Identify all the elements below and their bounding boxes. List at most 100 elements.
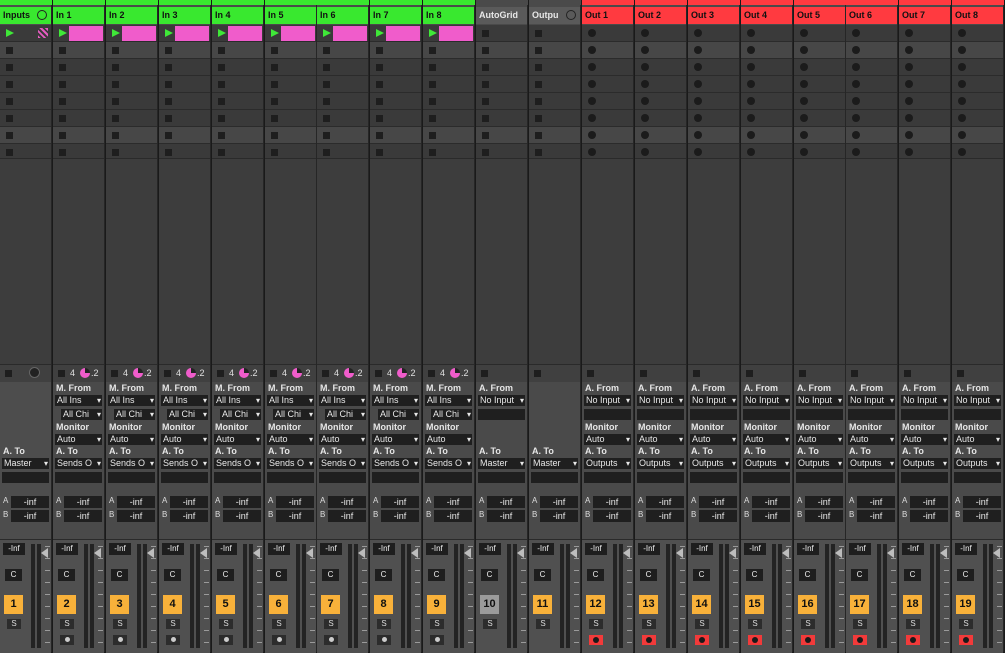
- track-activator[interactable]: 1: [4, 595, 23, 614]
- clip-slot[interactable]: [529, 42, 580, 59]
- record-slot-icon[interactable]: [905, 63, 913, 71]
- record-slot-icon[interactable]: [800, 29, 808, 37]
- io-dropdown[interactable]: No Input: [637, 395, 684, 406]
- io-dropdown[interactable]: [584, 472, 631, 483]
- clip[interactable]: [228, 26, 262, 41]
- volume-value[interactable]: -Inf: [691, 543, 713, 555]
- stop-slot-icon[interactable]: [323, 98, 330, 105]
- track-header[interactable]: In 7: [370, 7, 421, 24]
- arm-button[interactable]: [906, 635, 920, 645]
- clip-slot[interactable]: [423, 25, 474, 42]
- send-a[interactable]: A -inf: [370, 496, 421, 508]
- clip-slot[interactable]: [370, 76, 421, 93]
- cue-knob-icon[interactable]: [29, 367, 40, 378]
- clip-slot[interactable]: [0, 76, 51, 93]
- clip-slot[interactable]: [106, 127, 157, 144]
- track-header[interactable]: Out 7: [899, 7, 950, 24]
- solo-button[interactable]: S: [7, 619, 21, 629]
- clip-play-icon[interactable]: [112, 29, 120, 37]
- stop-slot-icon[interactable]: [535, 115, 542, 122]
- stop-slot-icon[interactable]: [482, 115, 489, 122]
- io-dropdown[interactable]: [743, 409, 790, 420]
- arm-button[interactable]: [695, 635, 709, 645]
- clip-slot[interactable]: [794, 25, 845, 42]
- clip-play-icon[interactable]: [323, 29, 331, 37]
- arm-button[interactable]: [377, 635, 391, 645]
- record-slot-icon[interactable]: [905, 131, 913, 139]
- record-slot-icon[interactable]: [641, 63, 649, 71]
- arm-button[interactable]: [748, 635, 762, 645]
- clip-slot[interactable]: [317, 76, 368, 93]
- clip-slot[interactable]: [265, 76, 316, 93]
- stop-clips-icon[interactable]: [217, 370, 224, 377]
- io-dropdown[interactable]: Sends O: [319, 458, 366, 469]
- pan-value[interactable]: C: [957, 569, 974, 581]
- clip-slot[interactable]: [317, 25, 368, 42]
- clip-slot[interactable]: [53, 110, 104, 127]
- io-dropdown[interactable]: All Ins: [267, 395, 314, 406]
- clip-slot[interactable]: [106, 76, 157, 93]
- io-dropdown[interactable]: Sends O: [55, 458, 102, 469]
- send-value[interactable]: -inf: [805, 496, 843, 508]
- clip-slot[interactable]: [370, 42, 421, 59]
- clip[interactable]: [439, 26, 473, 41]
- volume-value[interactable]: -Inf: [902, 543, 924, 555]
- stop-slot-icon[interactable]: [112, 47, 119, 54]
- volume-value[interactable]: -Inf: [797, 543, 819, 555]
- track-header[interactable]: Out 4: [741, 7, 792, 24]
- record-slot-icon[interactable]: [588, 131, 596, 139]
- record-slot-icon[interactable]: [958, 29, 966, 37]
- clip-slot[interactable]: [423, 110, 474, 127]
- record-slot-icon[interactable]: [588, 114, 596, 122]
- clip-slot[interactable]: [159, 93, 210, 110]
- stop-slot-icon[interactable]: [535, 64, 542, 71]
- clip-slot[interactable]: [423, 59, 474, 76]
- io-dropdown[interactable]: Auto: [954, 434, 1001, 445]
- send-value[interactable]: -inf: [805, 510, 843, 522]
- io-dropdown[interactable]: All Ins: [319, 395, 366, 406]
- clip-slot[interactable]: [317, 110, 368, 127]
- stop-clips-icon[interactable]: [375, 370, 382, 377]
- stop-slot-icon[interactable]: [482, 98, 489, 105]
- record-slot-icon[interactable]: [588, 46, 596, 54]
- arm-button[interactable]: [642, 635, 656, 645]
- record-slot-icon[interactable]: [641, 97, 649, 105]
- clip[interactable]: [175, 26, 209, 41]
- send-b[interactable]: B -inf: [53, 510, 104, 522]
- clip-slot[interactable]: [423, 76, 474, 93]
- record-slot-icon[interactable]: [694, 148, 702, 156]
- record-slot-icon[interactable]: [958, 97, 966, 105]
- track-header[interactable]: AutoGrid: [476, 7, 527, 24]
- record-slot-icon[interactable]: [747, 148, 755, 156]
- clip-slot[interactable]: [794, 127, 845, 144]
- clip-slot[interactable]: [635, 127, 686, 144]
- clip-slot[interactable]: [529, 93, 580, 110]
- stop-clips-icon[interactable]: [587, 370, 594, 377]
- stop-slot-icon[interactable]: [429, 132, 436, 139]
- record-slot-icon[interactable]: [958, 148, 966, 156]
- io-dropdown[interactable]: [478, 472, 525, 483]
- stop-slot-icon[interactable]: [112, 98, 119, 105]
- send-b[interactable]: B -inf: [635, 510, 686, 522]
- io-dropdown[interactable]: [55, 472, 102, 483]
- io-dropdown[interactable]: [478, 409, 525, 420]
- send-a[interactable]: A -inf: [53, 496, 104, 508]
- volume-value[interactable]: -Inf: [638, 543, 660, 555]
- stop-slot-icon[interactable]: [218, 64, 225, 71]
- send-value[interactable]: -inf: [328, 510, 366, 522]
- stop-slot-icon[interactable]: [59, 64, 66, 71]
- clip-play-icon[interactable]: [429, 29, 437, 37]
- clip-slot[interactable]: [741, 25, 792, 42]
- io-dropdown[interactable]: Outputs: [848, 458, 895, 469]
- pan-value[interactable]: C: [58, 569, 75, 581]
- clip-slot[interactable]: [582, 93, 633, 110]
- clip-slot[interactable]: [317, 127, 368, 144]
- io-dropdown[interactable]: Auto: [108, 434, 155, 445]
- send-value[interactable]: -inf: [487, 496, 525, 508]
- io-dropdown[interactable]: No Input: [901, 395, 948, 406]
- stop-slot-icon[interactable]: [165, 132, 172, 139]
- clip-slot[interactable]: [794, 93, 845, 110]
- stop-slot-icon[interactable]: [165, 115, 172, 122]
- stop-slot-icon[interactable]: [59, 47, 66, 54]
- solo-button[interactable]: S: [589, 619, 603, 629]
